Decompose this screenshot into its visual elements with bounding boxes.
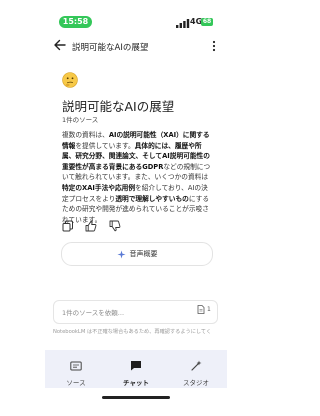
app-bar-title: 説明可能なAIの展望 bbox=[72, 43, 149, 53]
summary-highlight: 特定のXAI手法や応用例 bbox=[62, 183, 136, 192]
studio-icon bbox=[191, 360, 202, 371]
nav-label-sources: ソース bbox=[66, 379, 86, 387]
signal-icon bbox=[176, 19, 190, 28]
home-indicator bbox=[102, 396, 170, 399]
audio-overview-label: 音声概要 bbox=[129, 250, 158, 258]
nav-label-studio: スタジオ bbox=[183, 379, 209, 387]
disclaimer-text: NotebookLM は不正確な場合もあるため、再確認するようにしてく bbox=[53, 329, 212, 335]
more-options-icon[interactable] bbox=[211, 40, 217, 52]
battery-icon: 68 bbox=[201, 18, 213, 26]
copy-icon[interactable] bbox=[62, 220, 74, 232]
document-icon bbox=[197, 305, 205, 314]
summary-text: 複数の資料は、 bbox=[62, 131, 109, 139]
nav-item-studio[interactable]: スタジオ bbox=[176, 356, 216, 387]
note-summary: 複数の資料は、AIの説明可能性（XAI）に関する情報を提供しています。具体的には… bbox=[62, 130, 214, 225]
nav-item-sources[interactable]: ソース bbox=[56, 356, 96, 387]
status-time: 15:58 bbox=[59, 16, 92, 28]
chat-input-placeholder: 1件のソースを依頼... bbox=[62, 309, 125, 317]
back-arrow-icon[interactable] bbox=[53, 38, 67, 52]
sparkle-icon bbox=[116, 249, 126, 259]
summary-highlight: 透明で理解しやすいもの bbox=[115, 194, 189, 203]
source-count-value: 1 bbox=[207, 306, 211, 313]
chat-icon bbox=[131, 361, 141, 371]
nav-item-chat[interactable]: チャット bbox=[116, 356, 156, 387]
source-count-indicator[interactable]: 1 bbox=[197, 305, 211, 314]
thumbs-down-icon[interactable] bbox=[109, 220, 121, 232]
summary-text: を提供しています。 bbox=[75, 141, 135, 150]
thumbs-up-icon[interactable] bbox=[85, 220, 97, 232]
nav-label-chat: チャット bbox=[123, 379, 149, 387]
audio-overview-button[interactable]: 音声概要 bbox=[61, 242, 213, 266]
note-title: 説明可能なAIの展望 bbox=[62, 99, 175, 114]
source-count: 1件のソース bbox=[62, 116, 99, 124]
thinking-face-icon bbox=[62, 72, 78, 88]
sources-icon bbox=[70, 361, 82, 371]
